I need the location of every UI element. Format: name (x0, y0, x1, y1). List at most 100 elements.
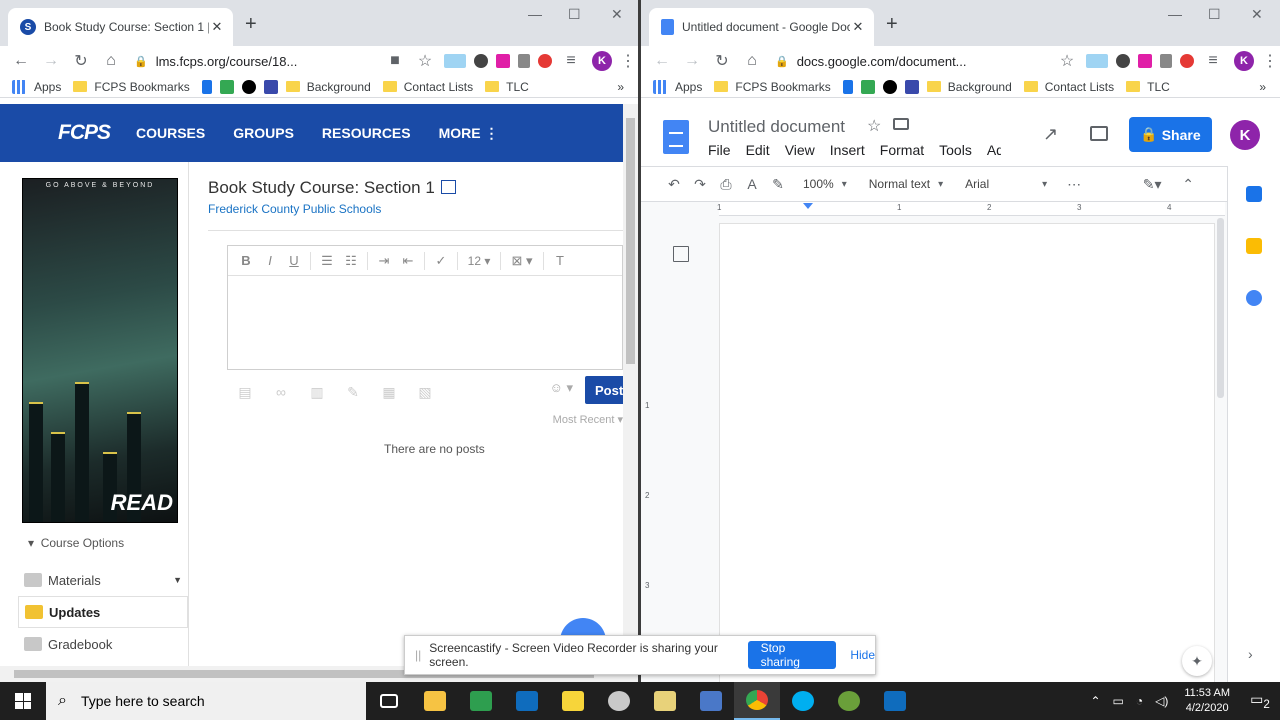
address-bar[interactable]: 🔒 docs.google.com/document... (767, 48, 1052, 74)
extension-icon[interactable] (1086, 54, 1108, 68)
extension-icon[interactable] (474, 54, 488, 68)
camera-icon[interactable]: ■ (380, 52, 410, 70)
taskbar-search[interactable]: ⌕ Type here to search (46, 682, 366, 720)
close-tab-icon[interactable]: ✕ (850, 19, 866, 35)
more-icon[interactable]: ⋯ (1061, 176, 1087, 193)
emoji-icon[interactable]: ☺ ▾ (550, 380, 573, 396)
reading-list-icon[interactable]: ≡ (556, 52, 586, 70)
bookmark-background[interactable]: Background (285, 80, 371, 94)
bookmark-apps[interactable]: Apps (12, 79, 61, 94)
clear-format-icon[interactable]: T (548, 253, 572, 268)
sidebar-item-gradebook[interactable]: Gradebook (18, 628, 188, 660)
undo-icon[interactable]: ↶ (661, 176, 687, 193)
nav-resources[interactable]: RESOURCES (322, 125, 411, 141)
star-bookmark-icon[interactable] (201, 79, 212, 94)
extension-icon[interactable] (1138, 54, 1152, 68)
docs-avatar[interactable]: K (1230, 120, 1260, 150)
spreadsheet-app-icon[interactable] (458, 682, 504, 720)
notifications-icon[interactable]: ▭2 (1240, 691, 1280, 711)
outlook-icon[interactable] (504, 682, 550, 720)
print-icon[interactable]: ⎙ (713, 176, 739, 193)
close-tab-icon[interactable]: ✕ (209, 19, 225, 35)
document-outline-icon[interactable] (673, 246, 689, 262)
underline-icon[interactable]: U (282, 253, 306, 268)
font-select[interactable]: Arial (965, 177, 1047, 191)
pin-icon[interactable]: ✎ (335, 384, 371, 401)
network-app-icon[interactable] (688, 682, 734, 720)
reload-icon[interactable]: ↻ (707, 51, 737, 71)
menu-format[interactable]: Format (880, 142, 924, 158)
menu-view[interactable]: View (785, 142, 815, 158)
back-icon[interactable]: ← (6, 52, 36, 70)
sort-select[interactable]: Most Recent ▾ (553, 413, 623, 426)
keep-icon[interactable] (1246, 238, 1262, 254)
indent-icon[interactable]: ⇥ (372, 253, 396, 269)
scroll-thumb[interactable] (1217, 218, 1224, 398)
bookmark-tlc[interactable]: TLC (1126, 80, 1170, 94)
new-tab-icon[interactable]: + (245, 14, 257, 34)
menu-insert[interactable]: Insert (830, 142, 865, 158)
menu-icon[interactable]: ⋮ (618, 51, 638, 71)
menu-icon[interactable]: ⋮ (1260, 51, 1280, 71)
bookmark-tlc[interactable]: TLC (485, 80, 529, 94)
bookmark-apps[interactable]: Apps (653, 79, 702, 94)
move-folder-icon[interactable] (893, 118, 909, 130)
nav-courses[interactable]: COURSES (136, 125, 205, 141)
docs-logo-icon[interactable] (663, 120, 689, 154)
calendar-icon[interactable] (1246, 186, 1262, 202)
sidebar-item-materials[interactable]: Materials ▼ (18, 564, 188, 596)
fcps-logo[interactable]: FCPS (58, 121, 111, 145)
bold-icon[interactable]: B (234, 253, 258, 268)
bookmark-star-icon[interactable]: ☆ (1052, 51, 1082, 71)
indent-marker[interactable] (803, 203, 813, 209)
star-icon[interactable]: ☆ (867, 116, 881, 136)
bookmark-star-icon[interactable]: ☆ (410, 51, 440, 71)
outlook-app-icon[interactable] (872, 682, 918, 720)
extension-icon[interactable] (1180, 54, 1194, 68)
extension-icon[interactable] (1160, 54, 1172, 68)
extension-icon[interactable] (518, 54, 530, 68)
battery-icon[interactable]: ▭ (1113, 694, 1124, 708)
close-window-icon[interactable]: ✕ (611, 6, 623, 23)
close-window-icon[interactable]: ✕ (1251, 6, 1263, 23)
document-scrollbar[interactable] (1215, 216, 1227, 398)
nav-groups[interactable]: GROUPS (233, 125, 294, 141)
vertical-scrollbar[interactable] (623, 104, 638, 682)
home-icon[interactable]: ⌂ (737, 52, 767, 70)
show-hidden-icons-icon[interactable]: ⌃ (1090, 694, 1100, 708)
bullet-list-icon[interactable]: ☰ (315, 253, 339, 269)
collapse-icon[interactable]: ⌃ (1175, 176, 1201, 193)
notebook-app-icon[interactable] (642, 682, 688, 720)
sidebar-item-updates[interactable]: Updates (18, 596, 188, 628)
extension-icon[interactable] (1116, 54, 1130, 68)
file-explorer-icon[interactable] (412, 682, 458, 720)
drive-bookmark-icon[interactable] (860, 79, 875, 94)
back-icon[interactable]: ← (647, 52, 677, 70)
extension-icon[interactable] (444, 54, 466, 68)
star-bookmark-icon[interactable] (842, 79, 853, 94)
address-bar[interactable]: 🔒 lms.fcps.org/course/18... (126, 48, 380, 74)
document-title[interactable]: Untitled document (708, 117, 845, 137)
new-tab-icon[interactable]: + (886, 14, 898, 34)
font-size-select[interactable]: 12 ▾ (462, 254, 496, 268)
bookmark-background[interactable]: Background (926, 80, 1012, 94)
copy-icon[interactable]: ▧ (407, 384, 443, 401)
activity-trend-icon[interactable]: ↗ (1043, 124, 1058, 145)
document-icon[interactable]: ▦ (371, 384, 407, 401)
clock[interactable]: 11:53 AM 4/2/2020 (1184, 686, 1230, 716)
hide-banner-link[interactable]: Hide (850, 648, 875, 662)
site-bookmark-icon[interactable] (904, 79, 919, 94)
document-page[interactable] (719, 223, 1215, 682)
post-button[interactable]: Post (585, 376, 623, 404)
editing-mode-icon[interactable]: ✎▾ (1139, 176, 1165, 193)
nav-more[interactable]: MORE ⋮ (439, 125, 499, 142)
tab-google-doc[interactable]: Untitled document - Google Doc ✕ (649, 8, 874, 46)
task-view-icon[interactable] (366, 682, 412, 720)
schoology-bookmark-icon[interactable] (882, 79, 897, 94)
reload-icon[interactable]: ↻ (66, 51, 96, 71)
zoom-select[interactable]: 100% (803, 177, 847, 191)
bookmark-fcps[interactable]: FCPS Bookmarks (73, 80, 190, 94)
volume-icon[interactable]: ◁) (1155, 694, 1168, 708)
menu-file[interactable]: File (708, 142, 731, 158)
italic-icon[interactable]: I (258, 253, 282, 268)
